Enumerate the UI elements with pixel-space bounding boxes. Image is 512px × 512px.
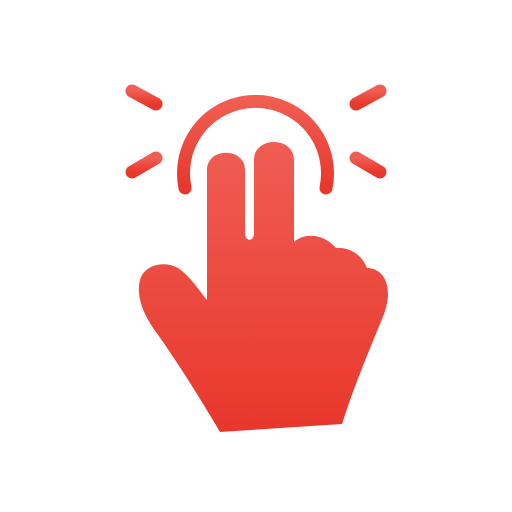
tap-motion-lines-right <box>349 84 399 179</box>
tap-motion-lines-left <box>113 84 163 179</box>
motion-line-left-bottom <box>125 151 163 179</box>
two-finger-tap-icon <box>113 84 399 432</box>
motion-line-left-top <box>125 84 163 111</box>
icon-canvas <box>0 0 512 512</box>
motion-line-right-top <box>349 84 387 111</box>
motion-line-right-bottom <box>349 151 387 179</box>
hand-shape <box>138 142 388 432</box>
